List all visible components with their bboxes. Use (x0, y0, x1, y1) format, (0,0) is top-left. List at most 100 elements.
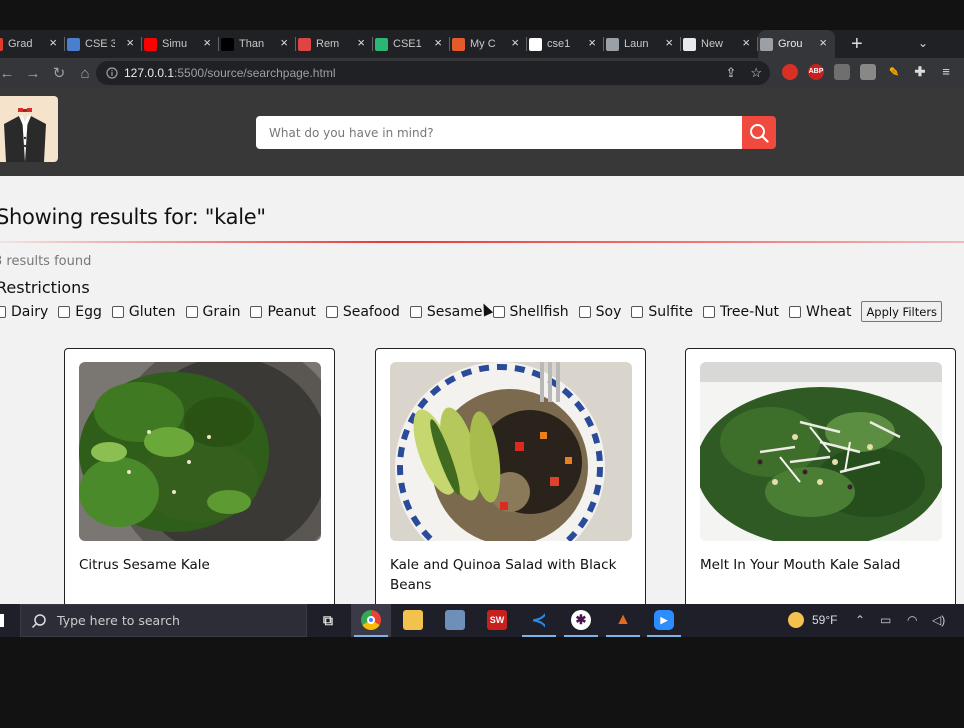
browser-tab[interactable]: Grou × (758, 30, 835, 58)
recipe-card[interactable]: Citrus Sesame Kale (64, 348, 335, 604)
browser-tab[interactable]: Than × (219, 30, 296, 58)
vscode-icon[interactable]: ≺ (529, 610, 549, 630)
restriction-label: Seafood (342, 303, 400, 320)
wifi-icon[interactable]: ◠ (907, 613, 917, 627)
restriction-filter[interactable]: Tree-Nut (702, 304, 779, 320)
browser-tab[interactable]: cse1 × (527, 30, 604, 58)
restriction-checkbox[interactable] (409, 305, 422, 318)
close-tab-icon[interactable]: × (819, 36, 827, 50)
restriction-checkbox[interactable] (111, 305, 124, 318)
close-tab-icon[interactable]: × (665, 36, 673, 50)
restriction-checkbox[interactable] (492, 305, 505, 318)
recipe-title[interactable]: Citrus Sesame Kale (79, 555, 321, 575)
recipe-image[interactable] (700, 362, 942, 541)
site-logo[interactable] (0, 96, 58, 162)
restrictions-heading: Restrictions (0, 278, 90, 297)
close-tab-icon[interactable]: × (357, 36, 365, 50)
restriction-label: Gluten (128, 303, 176, 320)
recipe-card[interactable]: Melt In Your Mouth Kale Salad (685, 348, 956, 604)
restriction-filter[interactable]: Shellfish (492, 304, 569, 320)
notion-icon (221, 37, 234, 51)
tab-title: My C (470, 38, 496, 50)
close-tab-icon[interactable]: × (280, 36, 288, 50)
browser-tab[interactable]: Laun × (604, 30, 681, 58)
restriction-filter[interactable]: Gluten (111, 303, 176, 320)
file-explorer-icon[interactable] (403, 610, 423, 630)
volume-icon[interactable]: ◁) (932, 613, 945, 627)
tab-search-chevron-icon[interactable]: ⌄ (918, 36, 928, 50)
share-icon[interactable]: ⇪ (725, 65, 736, 81)
hand-extension-icon[interactable] (782, 64, 798, 80)
browser-tab[interactable]: CSE1 × (373, 30, 450, 58)
restriction-checkbox[interactable] (185, 305, 198, 318)
weather-widget[interactable]: 59°F (788, 612, 837, 628)
close-tab-icon[interactable]: × (49, 36, 57, 50)
restriction-checkbox[interactable] (702, 305, 715, 318)
windows-start-icon[interactable] (0, 614, 4, 627)
bookmark-star-icon[interactable]: ☆ (750, 65, 762, 81)
restriction-filter[interactable]: Egg (58, 304, 102, 320)
restriction-filter[interactable]: Wheat (789, 304, 851, 320)
restriction-filter[interactable]: Sesame (409, 304, 483, 320)
reading-list-icon[interactable]: ≡ (938, 64, 954, 80)
back-icon[interactable]: ← (0, 65, 20, 82)
restriction-filter[interactable]: Peanut (250, 304, 316, 320)
close-tab-icon[interactable]: × (742, 36, 750, 50)
close-tab-icon[interactable]: × (434, 36, 442, 50)
browser-tab[interactable]: Simu × (142, 30, 219, 58)
restriction-checkbox[interactable] (631, 305, 644, 318)
restriction-filter[interactable]: Dairy (0, 304, 48, 320)
restriction-filter[interactable]: Seafood (325, 303, 400, 320)
forward-icon[interactable]: → (20, 65, 46, 82)
recipe-image[interactable] (79, 362, 321, 541)
chrome-taskbar-icon[interactable] (361, 610, 381, 630)
matlab-icon[interactable]: ▲ (613, 610, 633, 630)
close-tab-icon[interactable]: × (203, 36, 211, 50)
photos-app-icon[interactable] (445, 610, 465, 630)
recipe-image[interactable] (390, 362, 632, 541)
battery-icon[interactable]: ▭ (880, 613, 891, 627)
browser-tab[interactable]: Rem × (296, 30, 373, 58)
recipe-search-input[interactable] (256, 116, 742, 149)
tab-title: Simu (162, 38, 188, 50)
browser-tab[interactable]: CSE 3 × (65, 30, 142, 58)
chevron-up-icon[interactable]: ⌃ (855, 613, 865, 627)
restriction-checkbox[interactable] (325, 305, 338, 318)
restriction-filter[interactable]: Grain (185, 304, 240, 320)
puzzle-extensions-icon[interactable]: ✚ (912, 64, 928, 80)
printer-extension-icon[interactable] (860, 64, 876, 80)
browser-tab[interactable]: My C × (450, 30, 527, 58)
restriction-filter[interactable]: Soy (578, 304, 621, 320)
new-tab-icon[interactable]: + (851, 34, 863, 54)
apply-filters-button[interactable]: Apply Filters (861, 301, 943, 322)
home-icon[interactable]: ⌂ (72, 65, 98, 82)
solidworks-icon[interactable]: SW (487, 610, 507, 630)
restriction-checkbox[interactable] (0, 305, 6, 318)
zoom-icon[interactable]: ▶ (654, 610, 674, 630)
taskbar-search-box[interactable]: Type here to search (20, 604, 307, 637)
close-tab-icon[interactable]: × (126, 36, 134, 50)
close-tab-icon[interactable]: × (588, 36, 596, 50)
recipe-card[interactable]: Kale and Quinoa Salad with Black Beans (375, 348, 646, 604)
close-tab-icon[interactable]: × (511, 36, 519, 50)
restriction-checkbox[interactable] (58, 305, 71, 318)
recipe-title[interactable]: Kale and Quinoa Salad with Black Beans (390, 555, 632, 595)
reload-icon[interactable]: ↻ (46, 64, 72, 82)
task-view-icon[interactable]: ⧉ (318, 610, 338, 630)
recipe-title[interactable]: Melt In Your Mouth Kale Salad (700, 555, 942, 575)
slack-icon[interactable]: ✱ (571, 610, 591, 630)
browser-tab[interactable]: New × (681, 30, 758, 58)
restriction-filter[interactable]: Sulfite (631, 304, 693, 320)
restriction-checkbox[interactable] (578, 305, 591, 318)
adblock-icon[interactable]: ABP (808, 64, 824, 80)
restriction-checkbox[interactable] (789, 305, 802, 318)
url-host: 127.0.0.1 (124, 66, 175, 80)
search-results-page: Showing results for: "kale" 3 results fo… (0, 176, 964, 604)
pen-extension-icon[interactable]: ✎ (886, 64, 902, 80)
restriction-checkbox[interactable] (250, 305, 263, 318)
address-bar[interactable]: 127.0.0.1:5500/source/searchpage.html ⇪ … (96, 61, 770, 85)
search-button[interactable] (742, 116, 776, 149)
info-icon[interactable] (106, 67, 118, 79)
browser-tab[interactable]: Grad × (0, 30, 65, 58)
grammar-extension-icon[interactable] (834, 64, 850, 80)
